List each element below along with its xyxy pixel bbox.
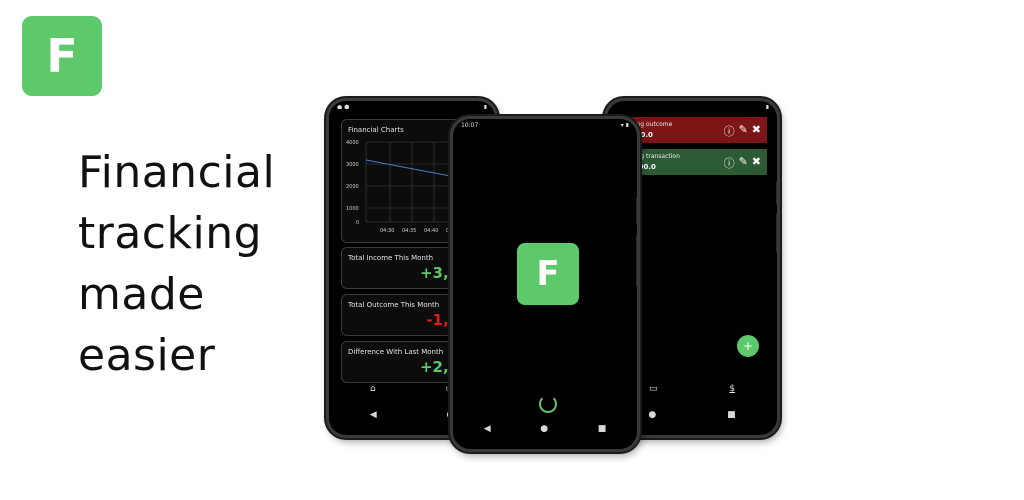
y-tick: 2000 (346, 184, 359, 190)
back-icon[interactable]: ◀ (370, 410, 377, 420)
screen: F ◀ ● ■ (459, 127, 631, 441)
home-dot-icon[interactable]: ● (540, 424, 548, 434)
app-logo-letter: F (46, 29, 78, 83)
info-icon[interactable]: ⓘ (724, 155, 735, 171)
info-icon[interactable]: ⓘ (724, 123, 735, 139)
transaction-actions: ⓘ ✎ ✖ (724, 123, 761, 139)
y-tick: 1000 (346, 206, 359, 212)
recent-icon[interactable]: ■ (727, 410, 736, 420)
add-transaction-button[interactable]: + (737, 335, 759, 357)
headline-line: Financial (78, 147, 276, 198)
recent-icon[interactable]: ■ (598, 424, 607, 434)
side-button (636, 197, 637, 225)
home-dot-icon[interactable]: ● (648, 410, 656, 420)
headline-line: tracking (78, 208, 263, 259)
edit-icon[interactable]: ✎ (739, 123, 748, 139)
phone-splash: 10:07 ▾ ▮ F ◀ ● ■ (450, 116, 640, 452)
side-button (776, 181, 777, 205)
app-logo: F (22, 16, 102, 96)
y-tick: 0 (356, 220, 359, 226)
back-icon[interactable]: ◀ (484, 424, 491, 434)
x-tick: 04:40 (424, 228, 438, 234)
outcome-title: Total Outcome This Month (348, 301, 440, 309)
difference-title: Difference With Last Month (348, 348, 444, 356)
delete-icon[interactable]: ✖ (752, 155, 761, 171)
home-icon[interactable]: ⌂ (370, 384, 376, 394)
loading-spinner (539, 395, 557, 413)
edit-icon[interactable]: ✎ (739, 155, 748, 171)
card-icon[interactable]: ▭ (649, 384, 658, 394)
headline: Financial tracking made easier (78, 142, 318, 386)
system-navbar: ◀ ● ■ (459, 417, 631, 441)
headline-line: easier (78, 330, 216, 381)
splash-logo: F (517, 243, 579, 305)
y-tick: 3000 (346, 162, 359, 168)
dollar-icon[interactable]: $ (729, 384, 735, 394)
delete-icon[interactable]: ✖ (752, 123, 761, 139)
side-button (636, 235, 637, 287)
x-tick: 04:30 (380, 228, 394, 234)
headline-line: made (78, 269, 205, 320)
splash-logo-letter: F (536, 254, 560, 294)
transaction-actions: ⓘ ✎ ✖ (724, 155, 761, 171)
income-title: Total Income This Month (348, 254, 434, 262)
y-tick: 4000 (346, 140, 359, 146)
x-tick: 04:35 (402, 228, 416, 234)
side-button (776, 213, 777, 253)
